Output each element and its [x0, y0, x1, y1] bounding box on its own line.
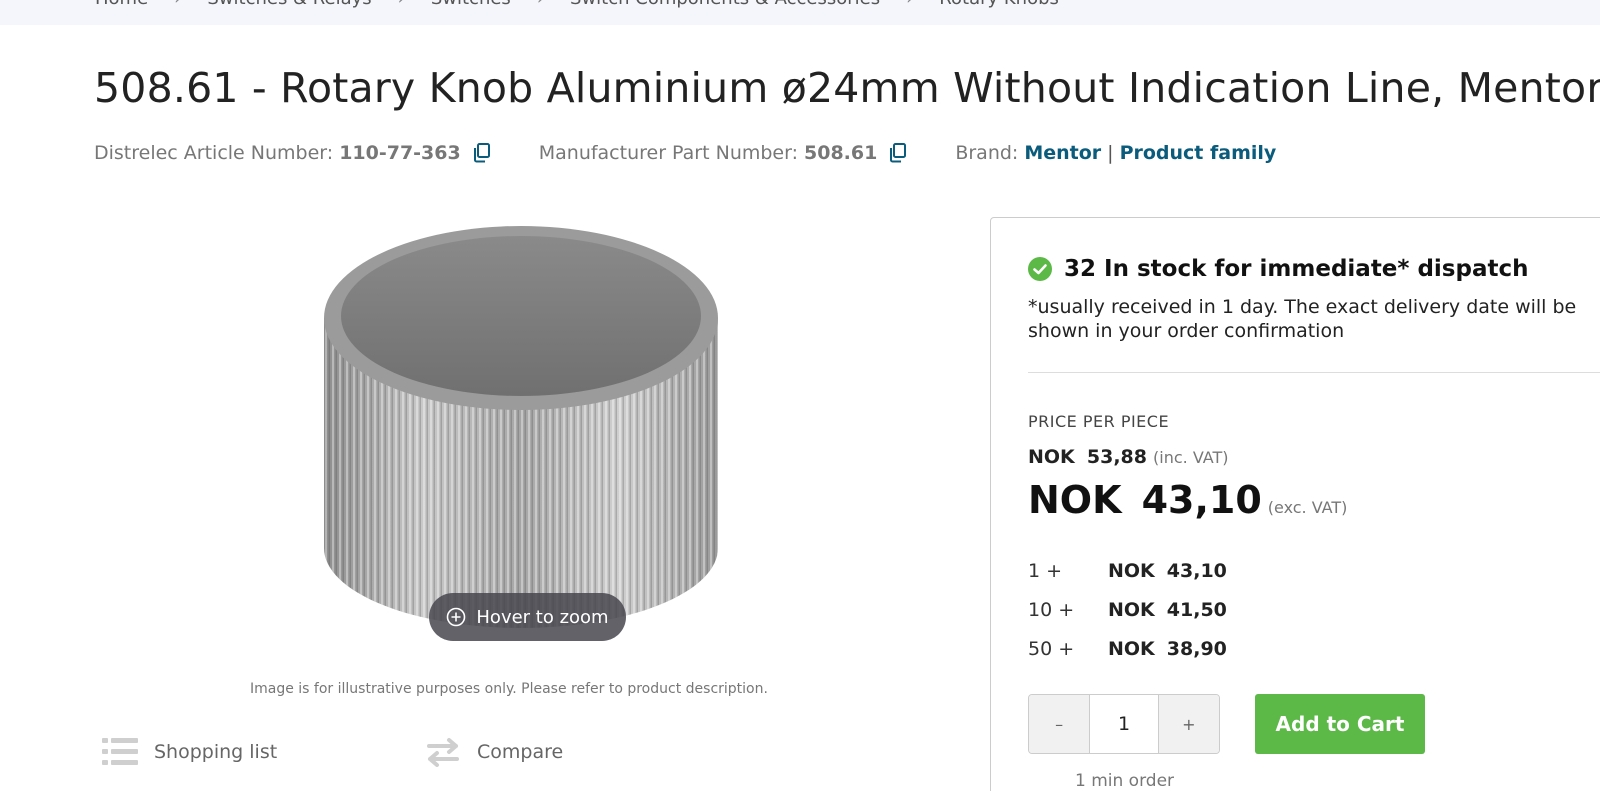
buy-box: 32 In stock for immediate* dispatch *usu… — [990, 217, 1600, 791]
min-order-note: 1 min order — [1075, 771, 1175, 791]
breadcrumb-separator: › — [174, 0, 181, 9]
shopping-list-button[interactable]: Shopping list — [102, 737, 277, 767]
brand-separator: | — [1107, 142, 1114, 164]
quantity-input[interactable]: 1 — [1089, 695, 1159, 753]
tier-quantity: 10 + — [1028, 599, 1075, 621]
breadcrumb: Home › Switches & Relays › Switches › Switch C… — [95, 0, 1059, 9]
price-exc-amount: 43,10 — [1141, 478, 1262, 522]
exc-vat-tag: (exc. VAT) — [1267, 498, 1348, 517]
divider — [1028, 372, 1600, 373]
breadcrumb-separator: › — [537, 0, 544, 9]
price-exc-vat: NOK 43,10 (exc. VAT) — [1028, 478, 1347, 522]
inc-vat-tag: (inc. VAT) — [1153, 448, 1229, 467]
copy-icon[interactable] — [889, 143, 907, 163]
product-image[interactable] — [318, 218, 724, 636]
tier-price: 38,90 — [1166, 638, 1227, 660]
breadcrumb-item-home[interactable]: Home — [95, 0, 148, 9]
tier-currency: NOK — [1108, 560, 1155, 582]
add-to-cart-button[interactable]: Add to Cart — [1255, 694, 1425, 754]
price-tier-row: 50 + NOK 38,90 — [1028, 638, 1227, 660]
delivery-note: *usually received in 1 day. The exact de… — [1028, 296, 1577, 342]
zoom-label: Hover to zoom — [476, 606, 609, 628]
currency: NOK — [1028, 446, 1075, 468]
list-icon — [102, 738, 138, 765]
breadcrumb-separator: › — [398, 0, 405, 9]
compare-button[interactable]: Compare — [425, 737, 563, 767]
breadcrumb-item-switches-relays[interactable]: Switches & Relays — [207, 0, 371, 9]
decrement-button[interactable]: – — [1029, 695, 1090, 753]
price-tier-row: 10 + NOK 41,50 — [1028, 599, 1227, 621]
article-number-value: 110-77-363 — [339, 142, 461, 164]
zoom-plus-icon — [447, 607, 466, 627]
page-title: 508.61 - Rotary Knob Aluminium ø24mm Wit… — [94, 64, 1600, 112]
stock-status: 32 In stock for immediate* dispatch — [1028, 256, 1528, 282]
mpn-label: Manufacturer Part Number: — [538, 142, 798, 164]
breadcrumb-separator: › — [906, 0, 913, 9]
currency: NOK — [1028, 478, 1122, 522]
increment-button[interactable]: + — [1158, 695, 1219, 753]
price-inc-vat: NOK 53,88 (inc. VAT) — [1028, 446, 1228, 468]
brand-link[interactable]: Mentor — [1024, 142, 1101, 164]
check-circle-icon — [1028, 257, 1052, 281]
price-inc-amount: 53,88 — [1086, 446, 1147, 468]
breadcrumb-bar: Home › Switches & Relays › Switches › Switch C… — [0, 0, 1600, 25]
tier-quantity: 1 + — [1028, 560, 1063, 582]
stock-text: 32 In stock for immediate* dispatch — [1064, 256, 1529, 282]
tier-currency: NOK — [1108, 599, 1155, 621]
breadcrumb-item-switch-components[interactable]: Switch Components & Accessories — [570, 0, 880, 9]
tier-quantity: 50 + — [1028, 638, 1075, 660]
shopping-list-label: Shopping list — [154, 741, 278, 763]
tier-price: 43,10 — [1166, 560, 1227, 582]
price-tier-row: 1 + NOK 43,10 — [1028, 560, 1227, 582]
product-meta-row: Distrelec Article Number: 110-77-363 Man… — [94, 142, 1276, 164]
breadcrumb-item-switches[interactable]: Switches — [431, 0, 511, 9]
article-number-label: Distrelec Article Number: — [94, 142, 334, 164]
image-disclaimer: Image is for illustrative purposes only.… — [250, 681, 768, 697]
price-per-piece-label: PRICE PER PIECE — [1028, 412, 1170, 431]
compare-label: Compare — [477, 741, 564, 763]
quantity-stepper: – 1 + — [1028, 694, 1220, 754]
compare-arrows-icon — [427, 738, 459, 767]
breadcrumb-item-rotary-knobs[interactable]: Rotary Knobs — [939, 0, 1059, 9]
brand-label: Brand: — [955, 142, 1019, 164]
hover-to-zoom-button[interactable]: Hover to zoom — [429, 593, 626, 641]
product-family-link[interactable]: Product family — [1120, 142, 1277, 164]
tier-price: 41,50 — [1166, 599, 1227, 621]
tier-currency: NOK — [1108, 638, 1155, 660]
copy-icon[interactable] — [473, 143, 491, 163]
mpn-value: 508.61 — [804, 142, 878, 164]
